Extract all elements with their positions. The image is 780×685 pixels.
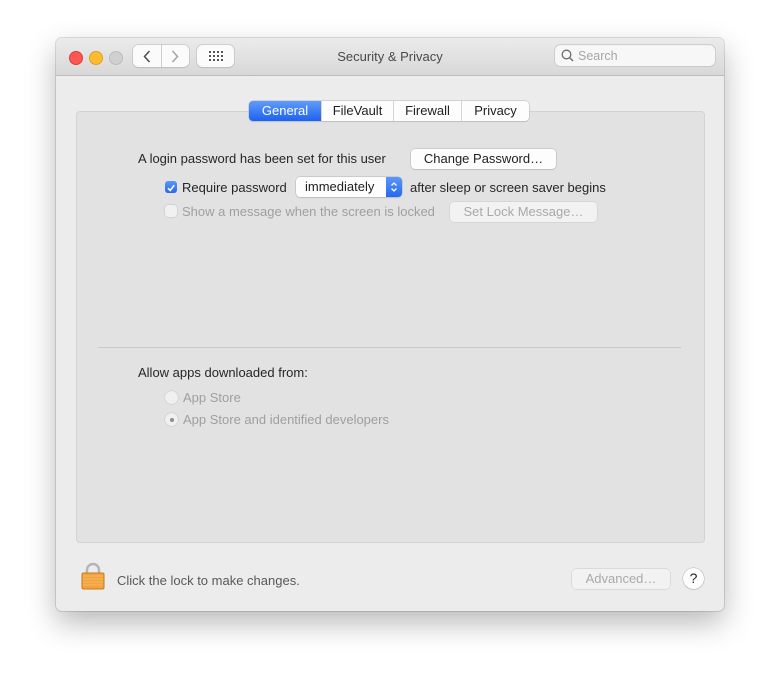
tab-privacy[interactable]: Privacy xyxy=(461,101,529,121)
advanced-button[interactable]: Advanced… xyxy=(572,569,670,589)
change-password-button[interactable]: Change Password… xyxy=(411,149,556,169)
set-lock-message-button[interactable]: Set Lock Message… xyxy=(450,202,597,222)
section-divider xyxy=(98,347,681,348)
allow-apps-heading: Allow apps downloaded from: xyxy=(138,365,308,380)
title-bar: Security & Privacy xyxy=(56,38,724,76)
radio-app-store[interactable] xyxy=(165,391,178,404)
show-message-checkbox[interactable] xyxy=(165,205,177,217)
checkmark-icon xyxy=(167,184,175,192)
tab-filevault[interactable]: FileVault xyxy=(321,101,393,121)
help-button[interactable]: ? xyxy=(683,568,704,589)
radio-app-store-label: App Store xyxy=(183,390,241,405)
search-icon xyxy=(561,49,574,62)
radio-app-store-identified[interactable] xyxy=(165,413,178,426)
require-password-checkbox[interactable] xyxy=(165,181,177,193)
show-message-label: Show a message when the screen is locked xyxy=(182,204,435,219)
popup-arrows-icon xyxy=(386,177,402,197)
tab-bar: General FileVault Firewall Privacy xyxy=(249,101,529,121)
preferences-window: Security & Privacy General FileVault Fir… xyxy=(56,38,724,611)
lock-status-text: Click the lock to make changes. xyxy=(117,573,300,588)
search-field[interactable] xyxy=(555,45,715,66)
search-input[interactable] xyxy=(578,48,708,63)
general-panel xyxy=(76,111,705,543)
require-password-delay-popup[interactable]: immediately xyxy=(296,177,402,197)
tab-firewall[interactable]: Firewall xyxy=(393,101,461,121)
require-password-suffix: after sleep or screen saver begins xyxy=(410,180,606,195)
login-password-text: A login password has been set for this u… xyxy=(138,151,386,166)
radio-app-store-identified-label: App Store and identified developers xyxy=(183,412,389,427)
lock-button[interactable] xyxy=(81,562,105,595)
padlock-icon xyxy=(81,562,105,590)
popup-selected-value: immediately xyxy=(305,179,375,194)
require-password-label: Require password xyxy=(182,180,287,195)
tab-general[interactable]: General xyxy=(249,101,321,121)
